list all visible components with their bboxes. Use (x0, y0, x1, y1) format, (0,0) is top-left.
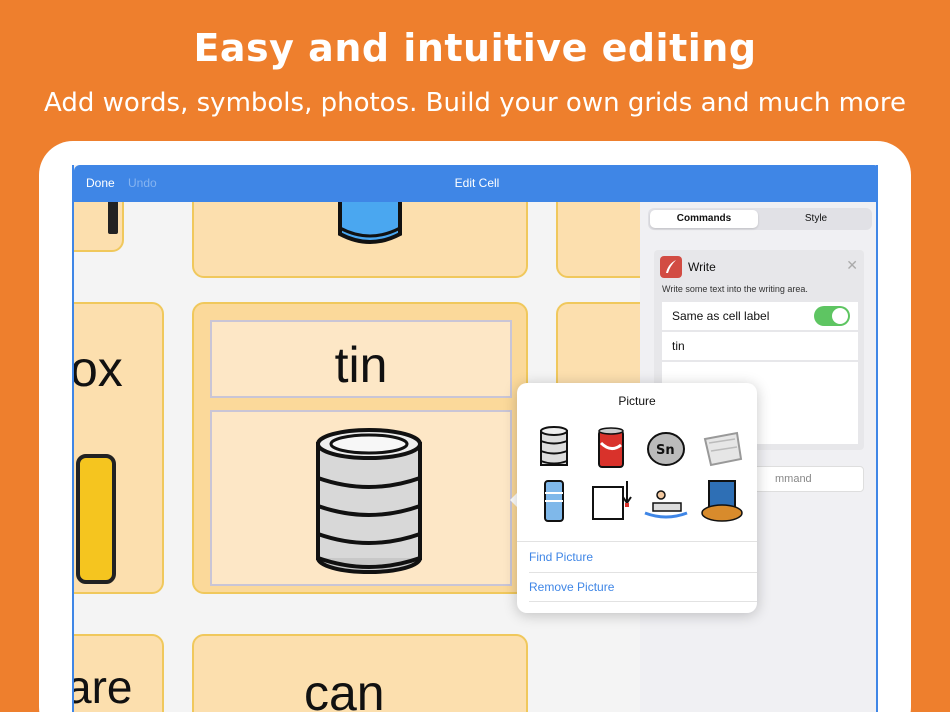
same-as-label-text: Same as cell label (672, 309, 770, 323)
box-symbol (76, 454, 116, 584)
person-boat-thumb-icon[interactable] (641, 477, 691, 523)
cell-label: tin (334, 337, 388, 393)
grid-cell[interactable] (74, 202, 124, 252)
cell-picture-box[interactable] (210, 410, 512, 586)
segmented-control: Commands Style (648, 208, 872, 230)
tab-commands[interactable]: Commands (650, 210, 758, 228)
divider (529, 601, 757, 602)
find-picture-button[interactable]: Find Picture (529, 550, 593, 564)
tin-can-icon (316, 428, 422, 574)
quill-icon (660, 256, 682, 278)
divider (529, 572, 757, 573)
cup-icon (338, 202, 402, 244)
close-icon[interactable]: ✕ (846, 258, 858, 274)
hero-title: Easy and intuitive editing (193, 26, 757, 70)
grid-cell[interactable] (556, 202, 640, 278)
cell-label: are (74, 661, 133, 712)
tin-can-thumb-icon[interactable] (529, 425, 579, 471)
add-command-label: mmand (775, 473, 812, 485)
grid-cell-share[interactable]: are (74, 634, 164, 712)
svg-text:Sn: Sn (656, 443, 675, 458)
soda-can-thumb-icon[interactable] (585, 425, 635, 471)
hero-subtitle: Add words, symbols, photos. Build your o… (44, 88, 906, 118)
cell-label-box[interactable]: tin (210, 320, 512, 398)
grid-cell-can[interactable]: can (192, 634, 528, 712)
aerosol-thumb-icon[interactable] (529, 477, 579, 523)
grid-cell[interactable] (192, 202, 528, 278)
square-arrow-thumb-icon[interactable] (585, 477, 635, 523)
nav-title: Edit Cell (454, 176, 500, 190)
cell-label: ox (74, 341, 123, 397)
picture-popover: Picture Sn Find Picture Remove Picture (517, 383, 757, 613)
partial-symbol (108, 202, 118, 234)
divider (517, 541, 757, 542)
write-text-value: tin (672, 339, 685, 353)
cell-label: can (304, 665, 385, 712)
popover-title: Picture (618, 394, 656, 408)
tin-element-thumb-icon[interactable]: Sn (641, 425, 691, 471)
command-description: Write some text into the writing area. (662, 284, 808, 294)
same-as-label-toggle[interactable] (814, 306, 850, 326)
foil-thumb-icon[interactable] (697, 425, 747, 471)
beans-can-thumb-icon[interactable] (697, 477, 747, 523)
same-as-label-row: Same as cell label (662, 302, 858, 330)
write-text-row[interactable]: tin (662, 332, 858, 360)
command-title: Write (688, 260, 716, 274)
selected-cell-tin[interactable]: tin (192, 302, 528, 594)
app-screen: Done Undo Edit Cell ox tin re can Comman… (72, 165, 878, 712)
remove-picture-button[interactable]: Remove Picture (529, 580, 614, 594)
navigation-bar: Done Undo Edit Cell (74, 165, 876, 202)
picture-suggestions: Sn (529, 425, 747, 523)
grid-cell-box[interactable]: ox (74, 302, 164, 594)
tab-style[interactable]: Style (762, 210, 870, 228)
